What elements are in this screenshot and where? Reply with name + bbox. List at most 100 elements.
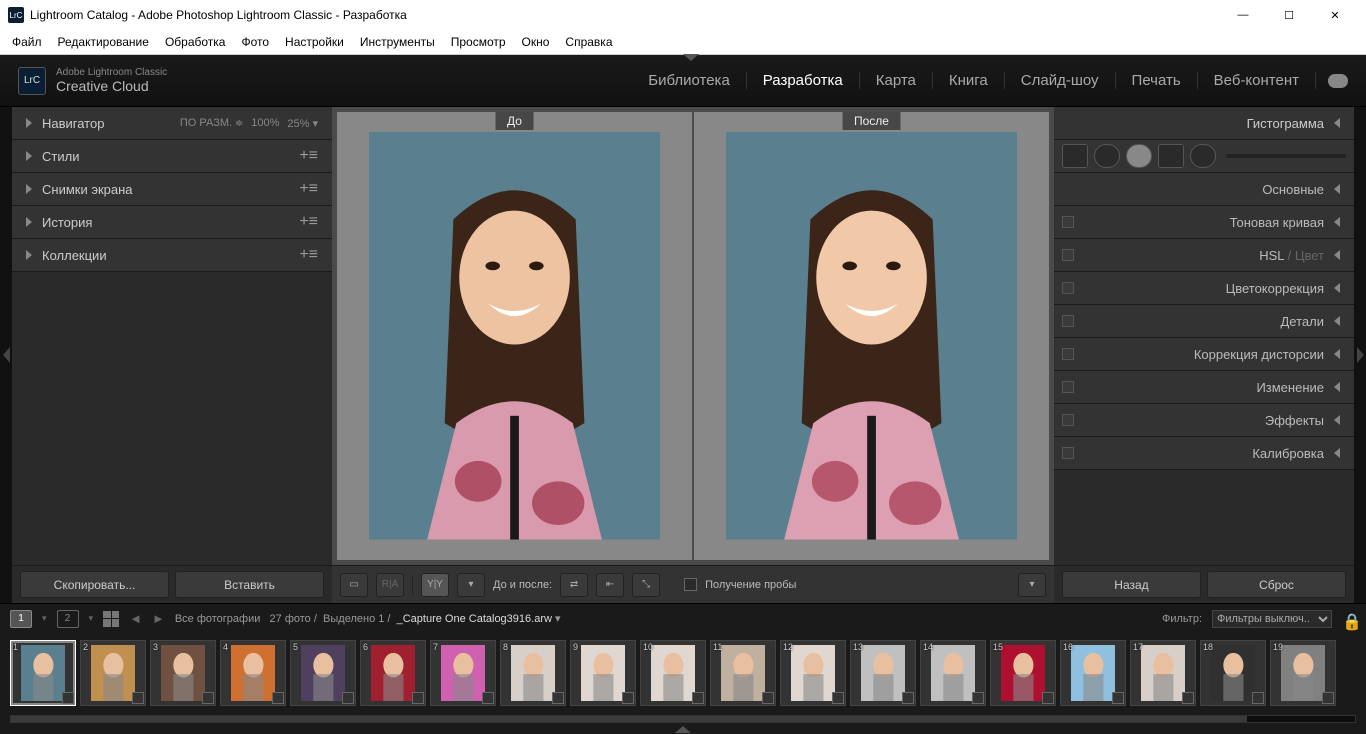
ra-view-button[interactable]: R|A <box>376 573 404 597</box>
collapse-filmstrip-icon[interactable] <box>0 725 1366 734</box>
thumbnail-15[interactable]: 15 <box>990 640 1056 706</box>
thumbnail-16[interactable]: 16 <box>1060 640 1126 706</box>
right-edge-expand[interactable] <box>1354 107 1366 603</box>
copy-settings-button[interactable]: Скопировать... <box>20 571 169 598</box>
panel-switch-icon[interactable] <box>1062 447 1074 459</box>
right-section-Цветокоррекция[interactable]: Цветокоррекция <box>1054 272 1354 305</box>
menu-Файл[interactable]: Файл <box>4 30 50 54</box>
thumbnail-4[interactable]: 4 <box>220 640 286 706</box>
secondary-monitor-menu[interactable]: ▾ <box>89 613 94 624</box>
module-Книга[interactable]: Книга <box>933 72 1005 89</box>
filmstrip-scrollbar[interactable] <box>0 713 1366 725</box>
thumbnail-5[interactable]: 5 <box>290 640 356 706</box>
left-section-История[interactable]: История+≡ <box>12 206 332 239</box>
left-section-Стили[interactable]: Стили+≡ <box>12 140 332 173</box>
spot-tool[interactable] <box>1094 144 1120 168</box>
mask-tool[interactable] <box>1126 144 1152 168</box>
tool-slider[interactable] <box>1226 154 1346 158</box>
copy-after-button[interactable]: ⤡ <box>632 573 660 597</box>
primary-monitor-button[interactable]: 1 <box>10 610 32 628</box>
add-icon[interactable]: +≡ <box>299 147 318 165</box>
module-Карта[interactable]: Карта <box>860 72 933 89</box>
thumbnail-11[interactable]: 11 <box>710 640 776 706</box>
thumbnail-6[interactable]: 6 <box>360 640 426 706</box>
thumbnail-14[interactable]: 14 <box>920 640 986 706</box>
thumbnail-12[interactable]: 12 <box>780 640 846 706</box>
menu-Настройки[interactable]: Настройки <box>277 30 352 54</box>
add-icon[interactable]: +≡ <box>299 213 318 231</box>
right-section-Эффекты[interactable]: Эффекты <box>1054 404 1354 437</box>
right-section-Изменение[interactable]: Изменение <box>1054 371 1354 404</box>
add-icon[interactable]: +≡ <box>299 246 318 264</box>
before-after-sidebyside-button[interactable]: Y|Y <box>421 573 449 597</box>
zoom-100[interactable]: 100% <box>251 117 279 130</box>
thumbnail-3[interactable]: 3 <box>150 640 216 706</box>
menu-Окно[interactable]: Окно <box>514 30 558 54</box>
menu-Инструменты[interactable]: Инструменты <box>352 30 443 54</box>
panel-switch-icon[interactable] <box>1062 315 1074 327</box>
gradient-tool[interactable] <box>1190 144 1216 168</box>
menu-Справка[interactable]: Справка <box>557 30 620 54</box>
thumbnail-2[interactable]: 2 <box>80 640 146 706</box>
nav-forward-icon[interactable]: ► <box>152 611 165 626</box>
back-button[interactable]: Назад <box>1062 571 1201 598</box>
add-icon[interactable]: +≡ <box>299 180 318 198</box>
menu-Обработка[interactable]: Обработка <box>157 30 234 54</box>
window-minimize-button[interactable]: — <box>1220 0 1266 30</box>
panel-switch-icon[interactable] <box>1062 348 1074 360</box>
reset-button[interactable]: Сброс <box>1207 571 1346 598</box>
toolbar-more-button[interactable]: ▾ <box>1018 573 1046 597</box>
before-after-dropdown[interactable]: ▾ <box>457 573 485 597</box>
module-Слайд-шоу[interactable]: Слайд-шоу <box>1005 72 1116 89</box>
after-view[interactable]: После <box>694 112 1049 560</box>
secondary-monitor-button[interactable]: 2 <box>57 610 79 628</box>
thumbnail-8[interactable]: 8 <box>500 640 566 706</box>
left-section-Снимки экрана[interactable]: Снимки экрана+≡ <box>12 173 332 206</box>
menu-Просмотр[interactable]: Просмотр <box>443 30 514 54</box>
nav-back-icon[interactable]: ◄ <box>129 611 142 626</box>
collapse-header-icon[interactable] <box>683 54 699 61</box>
thumbnail-18[interactable]: 18 <box>1200 640 1266 706</box>
thumbnail-1[interactable]: 1 <box>10 640 76 706</box>
module-Разработка[interactable]: Разработка <box>747 72 860 89</box>
zoom-25[interactable]: 25% ▾ <box>287 117 318 130</box>
module-Библиотека[interactable]: Библиотека <box>632 72 747 89</box>
loupe-view-button[interactable]: ▭ <box>340 573 368 597</box>
menu-Редактирование[interactable]: Редактирование <box>50 30 157 54</box>
left-section-Коллекции[interactable]: Коллекции+≡ <box>12 239 332 272</box>
thumbnail-9[interactable]: 9 <box>570 640 636 706</box>
copy-before-button[interactable]: ⇤ <box>596 573 624 597</box>
right-section-Коррекция дисторсии[interactable]: Коррекция дисторсии <box>1054 338 1354 371</box>
cloud-sync-icon[interactable] <box>1328 74 1348 88</box>
module-Веб-контент[interactable]: Веб-контент <box>1198 72 1316 89</box>
module-Печать[interactable]: Печать <box>1116 72 1198 89</box>
soft-proof-checkbox[interactable] <box>684 578 697 591</box>
thumbnail-7[interactable]: 7 <box>430 640 496 706</box>
right-section-Калибровка[interactable]: Калибровка <box>1054 437 1354 470</box>
window-close-button[interactable]: ✕ <box>1312 0 1358 30</box>
thumbnail-10[interactable]: 10 <box>640 640 706 706</box>
thumbnail-19[interactable]: 19 <box>1270 640 1336 706</box>
right-section-HSL[interactable]: HSL / Цвет <box>1054 239 1354 272</box>
navigator-header[interactable]: Навигатор ПО РАЗМ. ≑ 100% 25% ▾ <box>12 107 332 140</box>
left-edge-expand[interactable] <box>0 107 12 603</box>
thumbnail-17[interactable]: 17 <box>1130 640 1196 706</box>
filmstrip-breadcrumb[interactable]: Все фотографии 27 фото / Выделено 1 / _C… <box>175 612 561 625</box>
zoom-fit[interactable]: ПО РАЗМ. ≑ <box>180 117 243 130</box>
filter-dropdown[interactable]: Фильтры выключ.. <box>1212 610 1332 628</box>
window-maximize-button[interactable]: ☐ <box>1266 0 1312 30</box>
right-section-Основные[interactable]: Основные <box>1054 173 1354 206</box>
panel-switch-icon[interactable] <box>1062 414 1074 426</box>
panel-switch-icon[interactable] <box>1062 216 1074 228</box>
primary-monitor-menu[interactable]: ▾ <box>42 613 47 624</box>
histogram-header[interactable]: Гистограмма <box>1054 107 1354 140</box>
thumbnail-13[interactable]: 13 <box>850 640 916 706</box>
panel-switch-icon[interactable] <box>1062 249 1074 261</box>
grid-view-icon[interactable] <box>103 611 119 627</box>
swap-before-after-button[interactable]: ⇄ <box>560 573 588 597</box>
crop-tool[interactable] <box>1062 144 1088 168</box>
before-view[interactable]: До <box>337 112 692 560</box>
panel-switch-icon[interactable] <box>1062 381 1074 393</box>
paste-settings-button[interactable]: Вставить <box>175 571 324 598</box>
right-section-Детали[interactable]: Детали <box>1054 305 1354 338</box>
